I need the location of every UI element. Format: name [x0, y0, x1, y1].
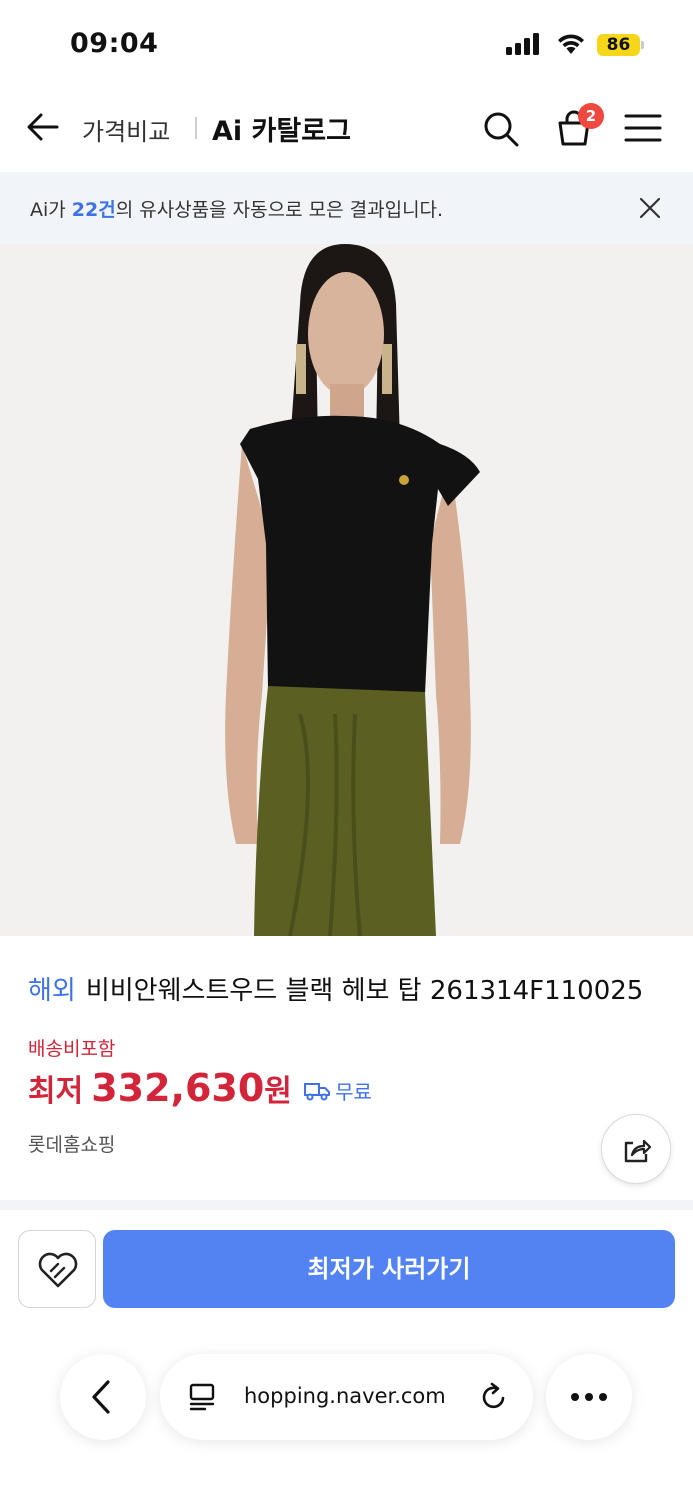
close-icon[interactable]: [638, 196, 662, 220]
free-shipping: 무료: [304, 1076, 372, 1106]
page-title: Ai 카탈로그: [212, 116, 351, 147]
browser-back-button[interactable]: [60, 1354, 146, 1440]
header-divider: [195, 117, 197, 139]
banner-suffix: 의 유사상품을 자동으로 모은 결과입니다.: [115, 199, 444, 221]
price-value: 332,630: [91, 1066, 265, 1110]
shipping-note: 배송비포함: [28, 1038, 116, 1060]
address-bar[interactable]: hopping.naver.com: [160, 1354, 533, 1440]
reload-icon[interactable]: [478, 1381, 510, 1413]
more-icon: [571, 1393, 607, 1401]
more-button[interactable]: [546, 1354, 632, 1440]
truck-icon: [304, 1082, 330, 1100]
origin-tag: 해외: [28, 976, 76, 1006]
product-name: 비비안웨스트우드 블랙 헤보 탑 261314F110025: [85, 976, 644, 1006]
price-row: 최저 332,630원: [28, 1066, 292, 1116]
cellular-signal-icon: [506, 33, 539, 55]
section-separator: [0, 1200, 693, 1210]
product-info: 해외 비비안웨스트우드 블랙 헤보 탑 261314F110025 배송비포함 최…: [0, 936, 693, 1200]
chevron-left-icon: [92, 1380, 110, 1414]
wish-heart-icon: [38, 1252, 78, 1288]
similar-products-banner: Ai가 22건의 유사상품을 자동으로 모은 결과입니다.: [0, 172, 693, 244]
buy-lowest-price-button[interactable]: 최저가 사러가기: [103, 1230, 675, 1308]
free-shipping-label: 무료: [335, 1080, 372, 1104]
url-text[interactable]: hopping.naver.com: [244, 1384, 446, 1408]
share-icon: [624, 1139, 652, 1163]
status-bar: 09:04 86: [0, 0, 693, 90]
share-button[interactable]: [601, 1114, 671, 1184]
menu-icon[interactable]: [624, 112, 662, 144]
reader-icon[interactable]: [188, 1382, 218, 1412]
product-title: 해외 비비안웨스트우드 블랙 헤보 탑 261314F110025: [28, 970, 643, 1007]
battery-level: 86: [606, 35, 631, 55]
product-image[interactable]: [0, 244, 693, 936]
battery-indicator: 86: [597, 34, 644, 56]
search-icon[interactable]: [482, 110, 520, 148]
cart-count-badge: 2: [578, 103, 604, 129]
wifi-icon: [558, 34, 584, 54]
wishlist-button[interactable]: [18, 1230, 96, 1308]
banner-prefix: Ai가: [30, 199, 72, 221]
banner-text: Ai가 22건의 유사상품을 자동으로 모은 결과입니다.: [30, 195, 443, 222]
banner-count[interactable]: 22건: [72, 199, 116, 221]
back-arrow-icon[interactable]: [26, 110, 60, 144]
product-photo-illustration: [0, 244, 693, 936]
seller-name[interactable]: 롯데홈쇼핑: [28, 1130, 115, 1157]
status-time: 09:04: [70, 28, 159, 59]
price-unit: 원: [264, 1074, 292, 1109]
price-compare-link[interactable]: 가격비교: [82, 112, 170, 147]
price-label: 최저: [28, 1074, 84, 1109]
